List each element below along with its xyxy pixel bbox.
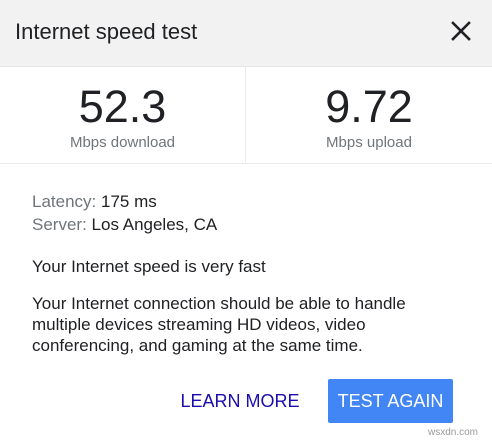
speed-results: 52.3 Mbps download 9.72 Mbps upload <box>0 67 492 164</box>
close-button[interactable] <box>446 16 476 46</box>
watermark: wsxdn.com <box>428 427 479 438</box>
upload-stat: 9.72 Mbps upload <box>246 67 492 163</box>
dialog-header: Internet speed test <box>0 0 492 67</box>
latency-key: Latency: <box>32 192 97 211</box>
server-row: Server: Los Angeles, CA <box>32 213 472 236</box>
download-stat: 52.3 Mbps download <box>0 67 245 163</box>
download-label: Mbps download <box>69 134 176 151</box>
upload-value: 9.72 <box>325 81 413 132</box>
latency-row: Latency: 175 ms <box>32 190 472 213</box>
speed-verdict: Your Internet speed is very fast <box>32 257 266 276</box>
learn-more-button[interactable]: LEARN MORE <box>168 380 312 422</box>
test-again-button[interactable]: TEST AGAIN <box>328 379 453 423</box>
latency-value: 175 ms <box>101 192 157 211</box>
speed-description: Your Internet connection should be able … <box>32 294 406 355</box>
dialog-title: Internet speed test <box>15 19 198 44</box>
server-key: Server: <box>32 215 87 234</box>
close-icon <box>451 21 471 41</box>
upload-label: Mbps upload <box>326 134 412 151</box>
server-value: Los Angeles, CA <box>91 215 218 234</box>
download-value: 52.3 <box>78 81 167 132</box>
connection-details: Latency: 175 ms Server: Los Angeles, CA <box>32 190 472 236</box>
